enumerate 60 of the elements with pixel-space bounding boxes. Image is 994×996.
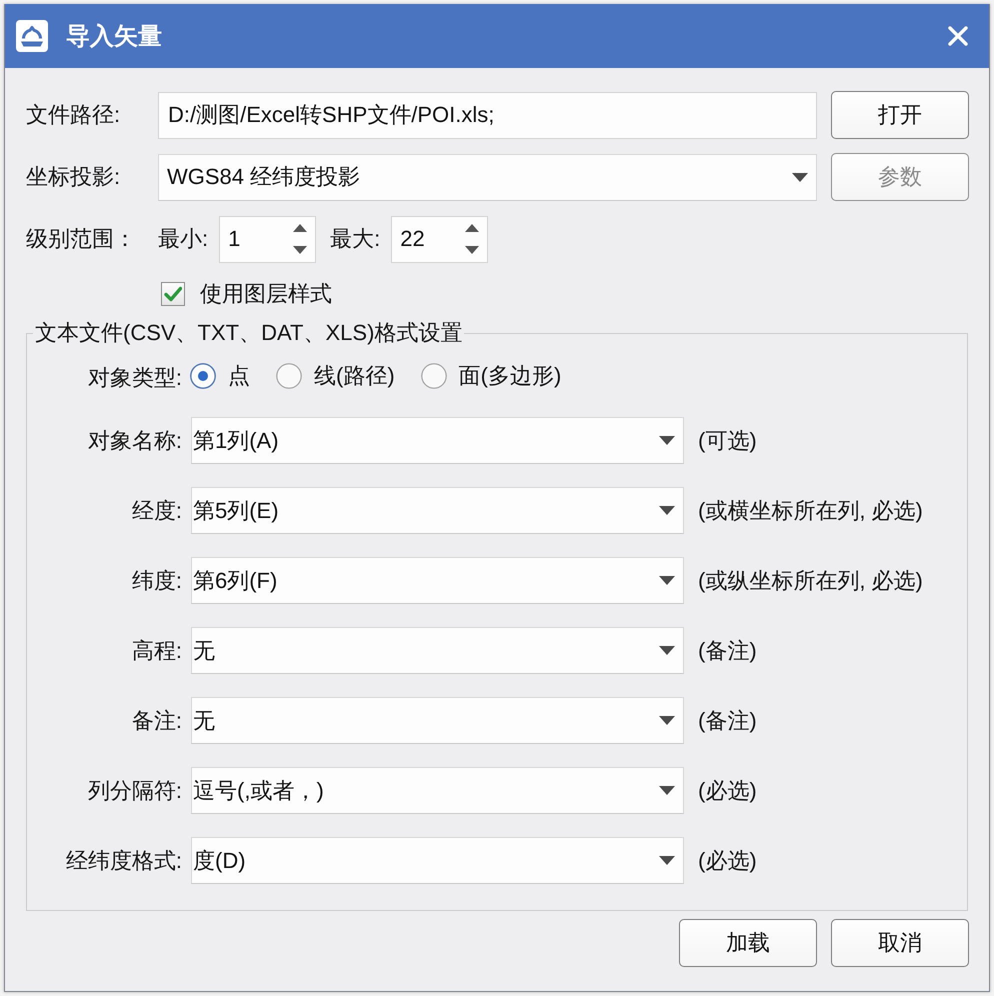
dropdown[interactable]: 第1列(A) (191, 417, 684, 464)
hint-text: (或横坐标所在列, 必选) (697, 496, 924, 524)
dropdown[interactable]: 第5列(E) (191, 487, 684, 534)
hint-text: (可选) (697, 426, 758, 454)
radio-label: 点 (228, 362, 250, 390)
window-title: 导入矢量 (66, 22, 162, 52)
spin-label: 最小: (158, 225, 208, 253)
hint-text: (备注) (697, 636, 758, 664)
cancel-button[interactable]: 取消 (831, 919, 969, 967)
field-label: 经纬度格式: (64, 846, 183, 874)
caret-icon (659, 506, 675, 515)
field-label: 列分隔符: (86, 776, 183, 804)
radio-label: 线(路径) (314, 362, 395, 390)
dropdown[interactable]: WGS84 经纬度投影 (158, 154, 817, 200)
field-label: 高程: (130, 636, 183, 664)
group-title: 文本文件(CSV、TXT、DAT、XLS)格式设置 (34, 320, 464, 346)
field-label: 经度: (130, 496, 183, 524)
checkmark-icon (164, 286, 182, 302)
spin-label: 最大: (330, 225, 380, 253)
hint-text: (必选) (697, 776, 758, 804)
spin-box[interactable]: 1 (219, 216, 316, 262)
checkbox[interactable] (161, 282, 185, 306)
field-label: 备注: (130, 706, 183, 734)
checkbox-label: 使用图层样式 (200, 280, 332, 308)
radio-label: 面(多边形) (458, 362, 562, 390)
caret-icon (659, 716, 675, 725)
field-label: 级别范围： (26, 225, 137, 253)
spin-box[interactable]: 22 (391, 216, 488, 262)
close-button[interactable] (948, 26, 968, 46)
hint-text: (备注) (697, 706, 758, 734)
close-icon (948, 26, 968, 46)
dropdown[interactable]: 度(D) (191, 837, 684, 884)
up-arrow-icon[interactable] (465, 224, 480, 232)
up-arrow-icon[interactable] (293, 224, 308, 232)
radio-button[interactable] (276, 363, 302, 389)
dropdown[interactable]: 逗号(,或者，) (191, 767, 684, 814)
text-field[interactable]: D:/测图/Excel转SHP文件/POI.xls; (158, 92, 817, 138)
hint-text: (必选) (697, 846, 758, 874)
field-label: 纬度: (130, 566, 183, 594)
caret-icon (659, 786, 675, 795)
dropdown[interactable]: 无 (191, 627, 684, 674)
radio-button[interactable] (420, 363, 447, 389)
dropdown[interactable]: 无 (191, 697, 684, 744)
caret-icon (659, 646, 675, 655)
field-label: 对象名称: (86, 426, 183, 454)
open-button[interactable]: 打开 (831, 91, 969, 139)
dropdown[interactable]: 第6列(F) (191, 557, 684, 604)
load-button[interactable]: 加载 (679, 919, 817, 967)
down-arrow-icon[interactable] (293, 246, 308, 254)
caret-icon (792, 172, 808, 182)
field-label: 坐标投影: (26, 163, 122, 191)
down-arrow-icon[interactable] (465, 246, 480, 254)
logo-icon (16, 20, 48, 52)
caret-icon (659, 576, 675, 585)
hint-text: (或纵坐标所在列, 必选) (697, 566, 924, 594)
caret-icon (659, 856, 675, 865)
radio-button[interactable] (190, 363, 216, 389)
field-label: 文件路径: (26, 101, 122, 129)
caret-icon (659, 436, 675, 445)
field-label: 对象类型: (86, 364, 183, 392)
